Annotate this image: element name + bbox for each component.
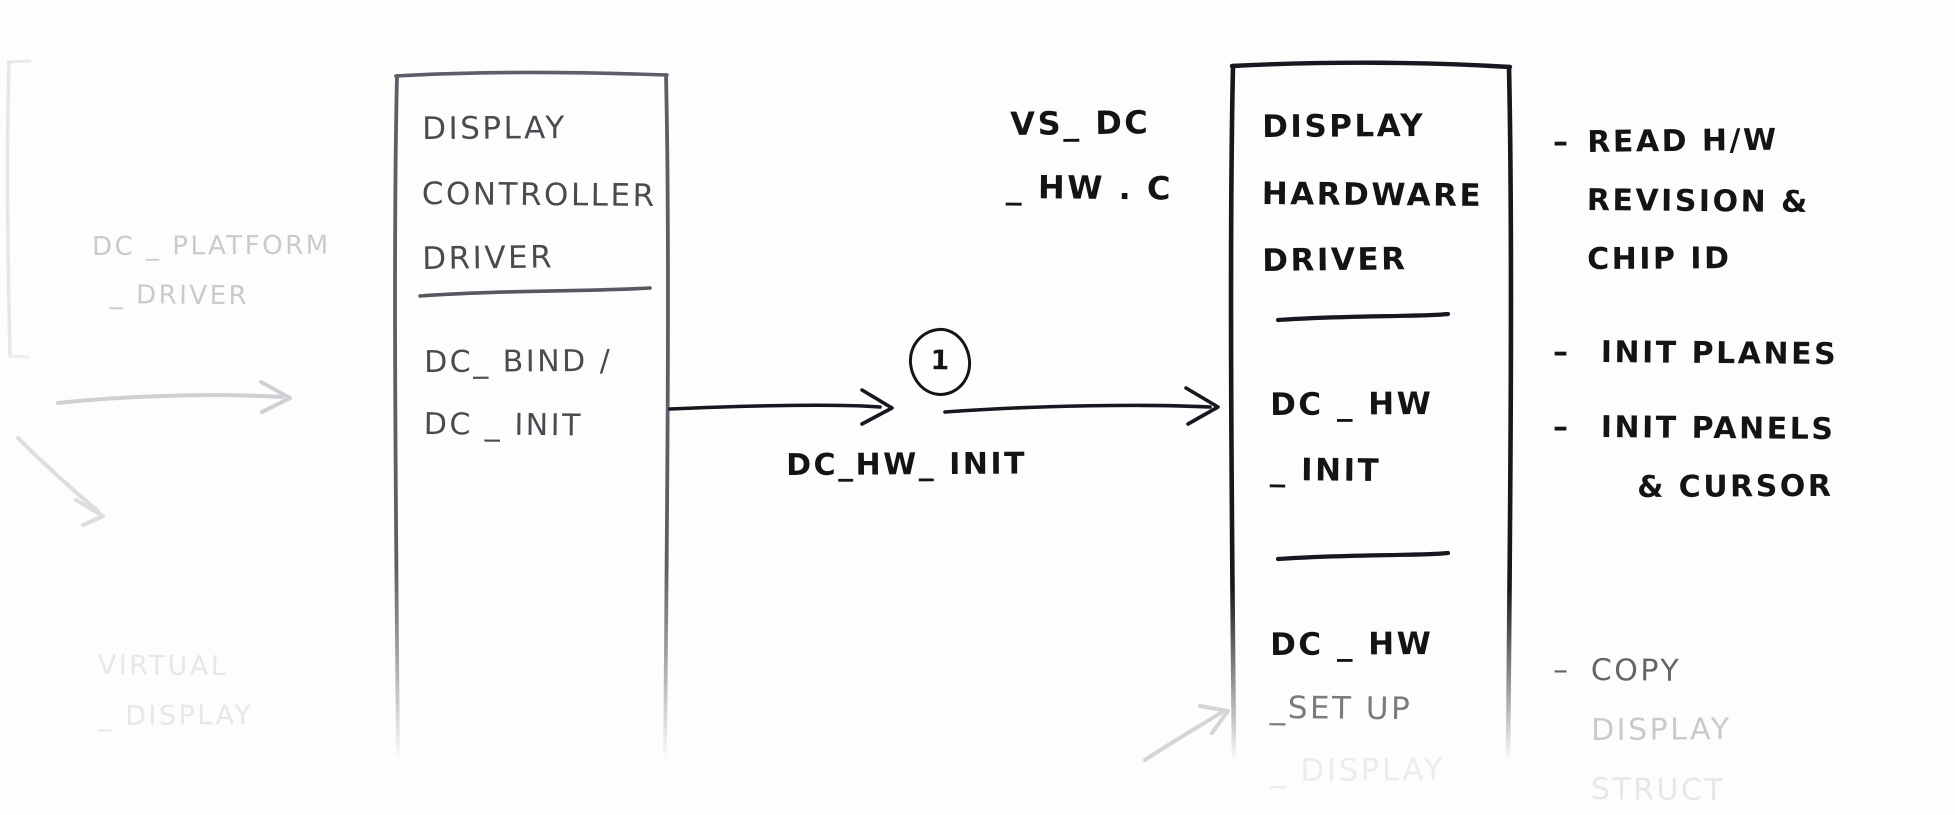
controller-header-line2: CONTROLLER [421, 176, 657, 215]
controller-box-divider [418, 286, 652, 298]
hardware-header-line3: DRIVER [1262, 241, 1408, 280]
controller-box-header: DISPLAY CONTROLLER DRIVER [422, 106, 657, 283]
handwritten-architecture-diagram: 1 DC _ PLATFORM _ DRIVER VIRTUAL _ DISPL… [0, 0, 1955, 815]
notes-init-item-2: – INIT PANELS & CURSOR [1553, 405, 1835, 510]
connector-arrow-right-segment [943, 386, 1220, 426]
virtual-display-label: VIRTUAL _ DISPLAY [97, 645, 254, 737]
hardware-header-line1: DISPLAY [1262, 108, 1426, 145]
controller-body-line1: DC_ BIND / [424, 343, 613, 380]
hardware-setup-line3: _ DISPLAY [1270, 752, 1446, 790]
controller-header-line3: DRIVER [422, 239, 555, 278]
hardware-box-init-section: DC _ HW _ INIT [1269, 382, 1434, 494]
dc-platform-driver-line2: _ DRIVER [109, 279, 250, 311]
notes-setup-0-line2: DISPLAY [1590, 711, 1732, 748]
source-file-label: VS_ DC _ HW . C [1006, 100, 1173, 211]
hardware-box-header: DISPLAY HARDWARE DRIVER [1261, 104, 1484, 285]
platform-driver-arrow [56, 380, 292, 414]
hardware-setup-line2: _SET UP [1269, 690, 1413, 728]
hardware-box-divider-top [1275, 311, 1451, 323]
notes-init-item-0: – READ H/W REVISION & CHIP ID [1553, 120, 1809, 283]
notes-setup-0-line3: STRUCT [1590, 772, 1725, 809]
notes-init-item-1: – INIT PLANES [1553, 330, 1838, 376]
notes-init-1-line1: INIT PLANES [1600, 334, 1838, 373]
ghost-box-left [5, 59, 32, 359]
notes-init-2-line2: & CURSOR [1636, 468, 1834, 505]
controller-box-body: DC_ BIND / DC _ INIT [423, 340, 613, 447]
hardware-box-setup-section: DC _ HW _SET UP _ DISPLAY [1269, 622, 1446, 795]
controller-header-line1: DISPLAY [422, 110, 567, 147]
virtual-display-arrow [16, 436, 105, 527]
notes-init-bullet-2: – [1553, 410, 1571, 445]
hardware-init-line2: _ INIT [1269, 452, 1382, 490]
hardware-box-divider-bottom [1275, 550, 1451, 562]
notes-init-0-line2: REVISION & [1586, 182, 1810, 220]
notes-setup-bullet-0: – [1553, 653, 1571, 688]
hardware-init-line1: DC _ HW [1270, 386, 1434, 423]
notes-init-bullet-0: – [1553, 125, 1571, 160]
connector-arrow-left-segment [668, 388, 894, 426]
setup-inbound-arrow [1143, 704, 1230, 762]
notes-init-0-line3: CHIP ID [1586, 241, 1732, 278]
virtual-display-line2: _ DISPLAY [98, 700, 254, 733]
virtual-display-line1: VIRTUAL [97, 649, 229, 683]
source-file-line2: _ HW . C [1005, 167, 1174, 208]
dc-platform-driver-line1: DC _ PLATFORM [92, 230, 331, 262]
step-marker-number: 1 [930, 345, 950, 377]
source-file-line1: VS_ DC [1010, 103, 1151, 143]
notes-setup-0-line1: COPY [1590, 652, 1681, 689]
notes-setup-item-0: – COPY DISPLAY STRUCT [1553, 648, 1731, 813]
controller-body-line2: DC _ INIT [423, 406, 584, 443]
hardware-header-line2: HARDWARE [1261, 176, 1484, 215]
notes-init-2-line1: INIT PANELS [1600, 409, 1836, 448]
connector-label: DC_HW_ INIT [786, 446, 1028, 483]
hardware-setup-line1: DC _ HW [1270, 626, 1434, 663]
notes-init-0-line1: READ H/W [1586, 122, 1779, 160]
step-marker-1: 1 [906, 325, 974, 399]
notes-init-bullet-1: – [1553, 335, 1571, 370]
dc-platform-driver-label: DC _ PLATFORM _ DRIVER [92, 228, 331, 315]
